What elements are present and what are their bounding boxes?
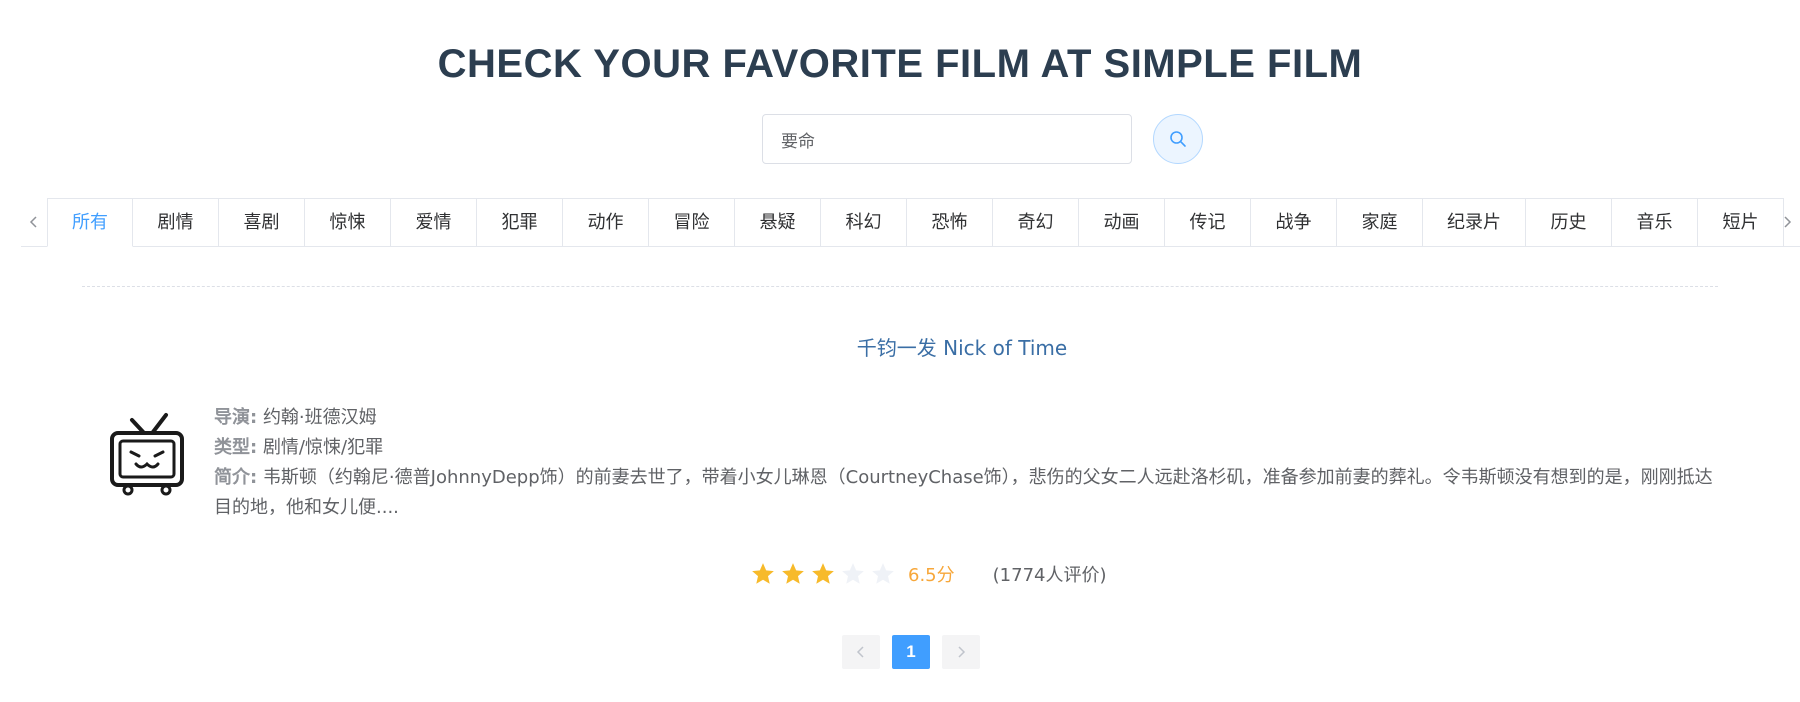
tab-7[interactable]: 冒险 — [649, 198, 735, 247]
tab-12[interactable]: 动画 — [1079, 198, 1165, 247]
chevron-left-icon — [29, 216, 37, 228]
next-page-button[interactable] — [942, 635, 980, 669]
tab-11[interactable]: 奇幻 — [993, 198, 1079, 247]
tab-19[interactable]: 短片 — [1698, 198, 1784, 247]
prev-page-button[interactable] — [842, 635, 880, 669]
tab-2[interactable]: 喜剧 — [219, 198, 305, 247]
star-filled-icon[interactable] — [780, 561, 806, 587]
page-title: CHECK YOUR FAVORITE FILM AT SIMPLE FILM — [437, 42, 1363, 86]
genre-value: 剧情/惊悚/犯罪 — [262, 437, 384, 458]
director-value: 约翰·班德汉姆 — [262, 407, 377, 428]
summary-text: 韦斯顿（约翰尼·德普JohnnyDepp饰）的前妻去世了，带着小女儿琳恩（Cou… — [214, 467, 1713, 518]
tab-16[interactable]: 纪录片 — [1423, 198, 1526, 247]
tab-3[interactable]: 惊悚 — [305, 198, 391, 247]
genre-label: 类型: — [214, 437, 258, 458]
chevron-right-icon — [1784, 216, 1792, 228]
page-number-button[interactable]: 1 — [892, 635, 930, 669]
tab-0[interactable]: 所有 — [47, 198, 133, 247]
director-row: 导演: 约翰·班德汉姆 — [214, 403, 1714, 433]
tab-6[interactable]: 动作 — [563, 198, 649, 247]
star-empty-icon[interactable] — [870, 561, 896, 587]
rating-score: 6.5分 — [908, 565, 955, 586]
tab-13[interactable]: 传记 — [1165, 198, 1251, 247]
summary-row: 简介: 韦斯顿（约翰尼·德普JohnnyDepp饰）的前妻去世了，带着小女儿琳恩… — [214, 463, 1714, 523]
tab-8[interactable]: 悬疑 — [735, 198, 821, 247]
chevron-right-icon — [958, 646, 966, 658]
tv-mascot-icon — [110, 413, 184, 496]
tab-14[interactable]: 战争 — [1251, 198, 1337, 247]
tabs-next-button[interactable] — [1774, 198, 1800, 246]
tab-9[interactable]: 科幻 — [821, 198, 907, 247]
tabs-prev-button[interactable] — [21, 198, 47, 246]
tabs-list: 所有 剧情 喜剧 惊悚 爱情 犯罪 动作 冒险 悬疑 科幻 恐怖 奇幻 动画 传记 战争 家庭 纪录片 历史 音乐短… — [47, 198, 1800, 247]
film-info: 导演: 约翰·班德汉姆 类型: 剧情/惊悚/犯罪 简介: 韦斯顿（约翰尼·德普J… — [214, 403, 1714, 523]
rating-count: (1774人评价) — [992, 565, 1107, 586]
star-rating[interactable] — [750, 561, 900, 587]
star-empty-icon[interactable] — [840, 561, 866, 587]
star-filled-icon[interactable] — [810, 561, 836, 587]
tab-4[interactable]: 爱情 — [391, 198, 477, 247]
search-input[interactable] — [762, 114, 1132, 164]
tab-1[interactable]: 剧情 — [133, 198, 219, 247]
divider — [82, 286, 1718, 287]
film-title-link[interactable]: 千钧一发 Nick of Time — [82, 332, 1800, 361]
summary-label: 简介: — [214, 467, 258, 488]
tab-15[interactable]: 家庭 — [1337, 198, 1423, 247]
tab-17[interactable]: 历史 — [1526, 198, 1612, 247]
genre-row: 类型: 剧情/惊悚/犯罪 — [214, 433, 1714, 463]
director-label: 导演: — [214, 407, 258, 428]
rating: 6.5分 (1774人评价) — [750, 558, 1107, 590]
genre-tabs: 所有 剧情 喜剧 惊悚 爱情 犯罪 动作 冒险 悬疑 科幻 恐怖 奇幻 动画 传记 战争 家庭 纪录片 历史 音乐短… — [21, 198, 1800, 247]
tab-10[interactable]: 恐怖 — [907, 198, 993, 247]
search-button[interactable] — [1153, 114, 1203, 164]
chevron-left-icon — [856, 646, 864, 658]
search-icon — [1170, 131, 1186, 147]
tab-5[interactable]: 犯罪 — [477, 198, 563, 247]
tab-18[interactable]: 音乐 — [1612, 198, 1698, 247]
star-filled-icon[interactable] — [750, 561, 776, 587]
pagination: 1 — [0, 635, 1800, 669]
